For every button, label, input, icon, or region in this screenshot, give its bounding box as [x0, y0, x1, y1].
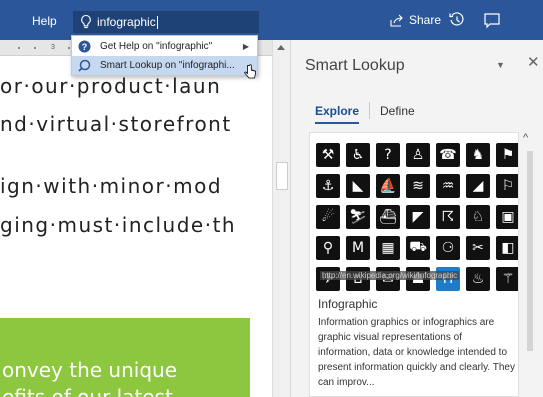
green-box-text-line[interactable]: efits of our latest: [2, 385, 173, 397]
tell-me-dropdown: ? Get Help on "infographic" ▶ Smart Look…: [71, 35, 258, 76]
image-source-url[interactable]: http://en.wikipedia.org/wiki/Infographic: [320, 271, 460, 280]
tab-define[interactable]: Define: [380, 104, 415, 118]
share-label: Share: [409, 13, 442, 27]
pictogram-icon: ▦: [376, 236, 400, 260]
share-icon: [390, 14, 403, 27]
pictogram-icon: ☈: [436, 205, 460, 229]
scrollbar-thumb[interactable]: [276, 162, 288, 190]
pictogram-icon: ⛴: [376, 205, 400, 229]
pictogram-icon: ⛟: [406, 236, 430, 260]
pictogram-icon: ⛵: [376, 174, 400, 198]
pictogram-icon: ?: [376, 143, 400, 167]
chevron-right-icon: ▶: [242, 42, 249, 51]
pane-options-caret-icon[interactable]: ▼: [496, 60, 505, 70]
pictogram-icon: ♞: [466, 143, 490, 167]
get-help-menu-item[interactable]: ? Get Help on "infographic" ▶: [72, 37, 257, 56]
pane-scrollbar-thumb[interactable]: [527, 151, 533, 351]
pictogram-icon: ☎: [436, 143, 460, 167]
get-help-label: Get Help on "infographic": [100, 41, 213, 52]
ruler-tick: [68, 47, 70, 49]
mouse-pointer-icon: [244, 64, 256, 79]
smart-lookup-icon: [78, 59, 91, 72]
search-input-text[interactable]: infographic: [97, 15, 156, 29]
share-button[interactable]: Share: [390, 13, 441, 27]
pictogram-icon: ⚐: [496, 174, 518, 198]
pictogram-icon: ⚓: [316, 174, 340, 198]
pictogram-icon: ⚲: [316, 236, 340, 260]
pictogram-icon: ◣: [346, 174, 370, 198]
chevron-up-icon[interactable]: ^: [523, 132, 528, 144]
text-caret: [156, 15, 158, 29]
close-icon[interactable]: ✕: [527, 53, 540, 71]
pictogram-icon: ☄: [316, 205, 340, 229]
pictogram-icon: ◧: [496, 236, 518, 260]
pictogram-icon: ♿: [346, 143, 370, 167]
pane-title: Smart Lookup: [305, 57, 405, 74]
smart-lookup-pane: Smart Lookup ▼ ✕ Explore Define ⚒ ♿ ? ♙ …: [290, 40, 543, 397]
ribbon: Help infographic Share: [0, 0, 543, 40]
pictogram-icon: ≋: [406, 174, 430, 198]
lightbulb-icon: [81, 14, 91, 29]
active-tab-underline: [315, 122, 359, 124]
comment-icon[interactable]: [483, 12, 501, 29]
history-icon[interactable]: [448, 11, 466, 29]
pictogram-icon: ♨: [466, 267, 490, 291]
green-box-text-line[interactable]: onvey the unique: [2, 358, 177, 382]
help-tab[interactable]: Help: [32, 14, 57, 28]
result-title[interactable]: Infographic: [318, 297, 377, 311]
document-text-line[interactable]: ign·with·minor·mod: [0, 174, 222, 198]
svg-text:?: ?: [82, 42, 88, 52]
smart-lookup-menu-item[interactable]: Smart Lookup on "infographi...: [72, 56, 257, 75]
pictogram-icon: ⚒: [316, 143, 340, 167]
tell-me-search-box[interactable]: infographic: [73, 11, 259, 33]
pictogram-icon: ✂: [466, 236, 490, 260]
pictogram-icon: ♒: [436, 174, 460, 198]
scroll-up-arrow-icon[interactable]: [277, 45, 285, 50]
pictogram-icon: ♙: [406, 143, 430, 167]
pictogram-icon: ◤: [406, 205, 430, 229]
smart-lookup-label: Smart Lookup on "infographi...: [100, 60, 235, 71]
pictogram-icon: ▣: [496, 205, 518, 229]
result-description: Information graphics or infographics are…: [318, 317, 515, 388]
document-canvas[interactable]: 3 or·our·product·laun nd·virtual·storefr…: [0, 40, 290, 397]
tab-explore[interactable]: Explore: [315, 104, 359, 118]
ruler-number: 3: [51, 44, 55, 51]
pictogram-icon: ⛷: [346, 205, 370, 229]
document-text-line[interactable]: or·our·product·laun: [0, 74, 221, 98]
document-scrollbar[interactable]: [272, 40, 290, 397]
pane-scrollbar[interactable]: ^: [523, 132, 537, 397]
infographic-image[interactable]: ⚒ ♿ ? ♙ ☎ ♞ ⚑ ⚓ ◣ ⛵ ≋ ♒ ◢ ⚐ ☄ ⛷ ⛴ ◤ ☈ ♘ …: [310, 133, 518, 291]
pictogram-icon: ⚑: [496, 143, 518, 167]
document-text-line[interactable]: ging·must·include·th: [0, 213, 236, 237]
pictogram-icon: ⚆: [436, 236, 460, 260]
ruler-tick: [34, 47, 36, 49]
pictogram-icon: ♘: [466, 205, 490, 229]
ruler-tick: [18, 47, 20, 49]
help-circle-icon: ?: [78, 40, 91, 53]
pictogram-icon: ⚚: [496, 267, 518, 291]
document-text-line[interactable]: nd·virtual·storefront: [0, 112, 232, 136]
pictogram-icon: ◢: [466, 174, 490, 198]
tab-divider: [369, 102, 370, 119]
pictogram-icon: M: [346, 236, 370, 260]
result-card[interactable]: ⚒ ♿ ? ♙ ☎ ♞ ⚑ ⚓ ◣ ⛵ ≋ ♒ ◢ ⚐ ☄ ⛷ ⛴ ◤ ☈ ♘ …: [309, 132, 519, 397]
